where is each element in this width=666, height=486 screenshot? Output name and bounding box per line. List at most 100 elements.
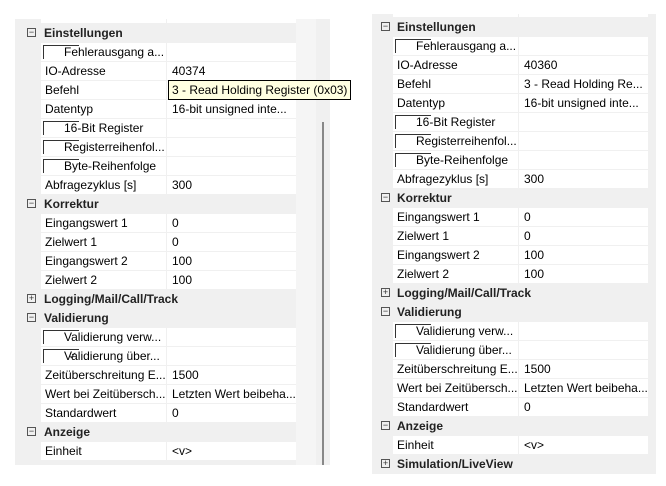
checkbox-unchecked[interactable]	[43, 159, 79, 173]
expand-icon[interactable]: +	[27, 294, 36, 303]
property-row[interactable]: Eingangswert 1 0	[15, 214, 296, 232]
property-row[interactable]: Wert bei Zeitübersch... Letzten Wert beib…	[372, 379, 656, 397]
property-value[interactable]	[519, 37, 648, 55]
expand-icon[interactable]: +	[381, 288, 390, 297]
property-value[interactable]: 3 - Read Holding Re...	[519, 75, 648, 93]
property-value[interactable]	[167, 347, 296, 365]
group-einstellungen[interactable]: − Einstellungen	[15, 24, 296, 42]
checkbox-checked[interactable]: ✓	[43, 349, 79, 363]
group-korrektur[interactable]: − Korrektur	[15, 195, 296, 213]
property-value[interactable]: <v>	[167, 442, 296, 460]
property-row[interactable]	[372, 14, 656, 17]
property-value[interactable]	[167, 157, 296, 175]
property-value[interactable]	[167, 19, 296, 23]
property-value[interactable]: 0	[519, 208, 648, 226]
property-value[interactable]: 100	[167, 271, 296, 289]
property-row[interactable]: Fehlerausgang a...	[372, 37, 656, 55]
property-row[interactable]: Zielwert 2 100	[372, 265, 656, 283]
property-value[interactable]	[167, 119, 296, 137]
property-row[interactable]: Einheit <v>	[372, 436, 656, 454]
checkbox-unchecked[interactable]	[395, 153, 431, 167]
group-validierung[interactable]: − Validierung	[15, 309, 296, 327]
property-row[interactable]	[15, 19, 296, 23]
property-row[interactable]: Wert bei Zeitübersch... Letzten Wert beib…	[15, 385, 296, 403]
checkbox-unchecked[interactable]	[43, 330, 79, 344]
collapse-icon[interactable]: −	[381, 193, 390, 202]
property-row[interactable]: IO-Adresse 40360	[372, 56, 656, 74]
property-row[interactable]: 16-Bit Register	[15, 119, 296, 137]
property-value[interactable]: 100	[519, 246, 648, 264]
property-value[interactable]: 100	[167, 252, 296, 270]
property-value[interactable]: 100	[519, 265, 648, 283]
checkbox-unchecked[interactable]	[395, 39, 431, 53]
checkbox-unchecked[interactable]	[395, 115, 431, 129]
property-row[interactable]: Standardwert 0	[372, 398, 656, 416]
checkbox-unchecked[interactable]	[43, 45, 79, 59]
property-row[interactable]: Validierung verw...	[372, 322, 656, 340]
property-value[interactable]	[519, 113, 648, 131]
property-row[interactable]: Zielwert 1 0	[372, 227, 656, 245]
property-value[interactable]: <v>	[519, 436, 648, 454]
property-row[interactable]: Validierung über...	[372, 341, 656, 359]
property-value[interactable]: 16-bit unsigned inte...	[519, 94, 648, 112]
property-row[interactable]: Datentyp 16-bit unsigned inte...	[372, 94, 656, 112]
group-logging-mail-call-track[interactable]: + Logging/Mail/Call/Track	[15, 290, 296, 308]
property-value[interactable]: 0	[167, 233, 296, 251]
property-value[interactable]	[519, 322, 648, 340]
group-anzeige[interactable]: − Anzeige	[372, 417, 656, 435]
property-row[interactable]: Standardwert 0	[15, 404, 296, 422]
checkbox-unchecked[interactable]	[395, 134, 431, 148]
property-row[interactable]: Eingangswert 2 100	[15, 252, 296, 270]
property-row[interactable]: Eingangswert 1 0	[372, 208, 656, 226]
collapse-icon[interactable]: −	[27, 199, 36, 208]
collapse-icon[interactable]: −	[27, 28, 36, 37]
property-row[interactable]: Befehl 3 - Read Holding Re...	[372, 75, 656, 93]
property-value[interactable]: 0	[167, 214, 296, 232]
property-row[interactable]: Einheit <v>	[15, 442, 296, 460]
property-row[interactable]: Eingangswert 2 100	[372, 246, 656, 264]
property-value[interactable]: Letzten Wert beibeha...	[167, 385, 296, 403]
collapse-icon[interactable]: −	[381, 22, 390, 31]
property-value[interactable]: 300	[519, 170, 648, 188]
property-row[interactable]: Byte-Reihenfolge	[372, 151, 656, 169]
property-value[interactable]: 40360	[519, 56, 648, 74]
property-value[interactable]: 1500	[167, 366, 296, 384]
property-value[interactable]: 0	[519, 227, 648, 245]
property-value[interactable]	[167, 43, 296, 61]
property-row[interactable]: Zielwert 2 100	[15, 271, 296, 289]
property-value[interactable]	[167, 328, 296, 346]
property-row[interactable]: ✓ Validierung über...	[15, 347, 296, 365]
group-korrektur[interactable]: − Korrektur	[372, 189, 656, 207]
collapse-icon[interactable]: −	[381, 421, 390, 430]
property-value[interactable]: 0	[519, 398, 648, 416]
property-row[interactable]: Zeitüberschreitung E... 1500	[372, 360, 656, 378]
property-value[interactable]: 1500	[519, 360, 648, 378]
collapse-icon[interactable]: −	[27, 313, 36, 322]
property-value[interactable]	[519, 151, 648, 169]
checkbox-unchecked[interactable]	[395, 324, 431, 338]
group-simulation-liveview[interactable]: +Simulation/LiveView	[15, 461, 296, 465]
property-row[interactable]: 16-Bit Register	[372, 113, 656, 131]
property-row[interactable]: IO-Adresse 40374	[15, 62, 296, 80]
property-value[interactable]: 0	[167, 404, 296, 422]
property-value[interactable]	[167, 138, 296, 156]
property-row[interactable]: Abfragezyklus [s] 300	[15, 176, 296, 194]
group-logging-mail-call-track[interactable]: + Logging/Mail/Call/Track	[372, 284, 656, 302]
property-value[interactable]	[519, 14, 648, 17]
property-row[interactable]: Abfragezyklus [s] 300	[372, 170, 656, 188]
property-row[interactable]: Fehlerausgang a...	[15, 43, 296, 61]
property-value[interactable]: Letzten Wert beibeha...	[519, 379, 648, 397]
checkbox-unchecked[interactable]	[43, 140, 79, 154]
property-row[interactable]: Zeitüberschreitung E... 1500	[15, 366, 296, 384]
property-row[interactable]: Datentyp 16-bit unsigned inte...	[15, 100, 296, 118]
checkbox-unchecked[interactable]	[395, 343, 431, 357]
expand-icon[interactable]: +	[381, 459, 390, 468]
property-value[interactable]	[519, 132, 648, 150]
property-value[interactable]: 16-bit unsigned inte...	[167, 100, 296, 118]
group-einstellungen[interactable]: − Einstellungen	[372, 18, 656, 36]
property-value[interactable]	[519, 341, 648, 359]
checkbox-unchecked[interactable]	[43, 121, 79, 135]
property-value[interactable]: 40374	[167, 62, 296, 80]
group-simulation-liveview[interactable]: +Simulation/LiveView	[372, 455, 656, 473]
property-row[interactable]: Byte-Reihenfolge	[15, 157, 296, 175]
